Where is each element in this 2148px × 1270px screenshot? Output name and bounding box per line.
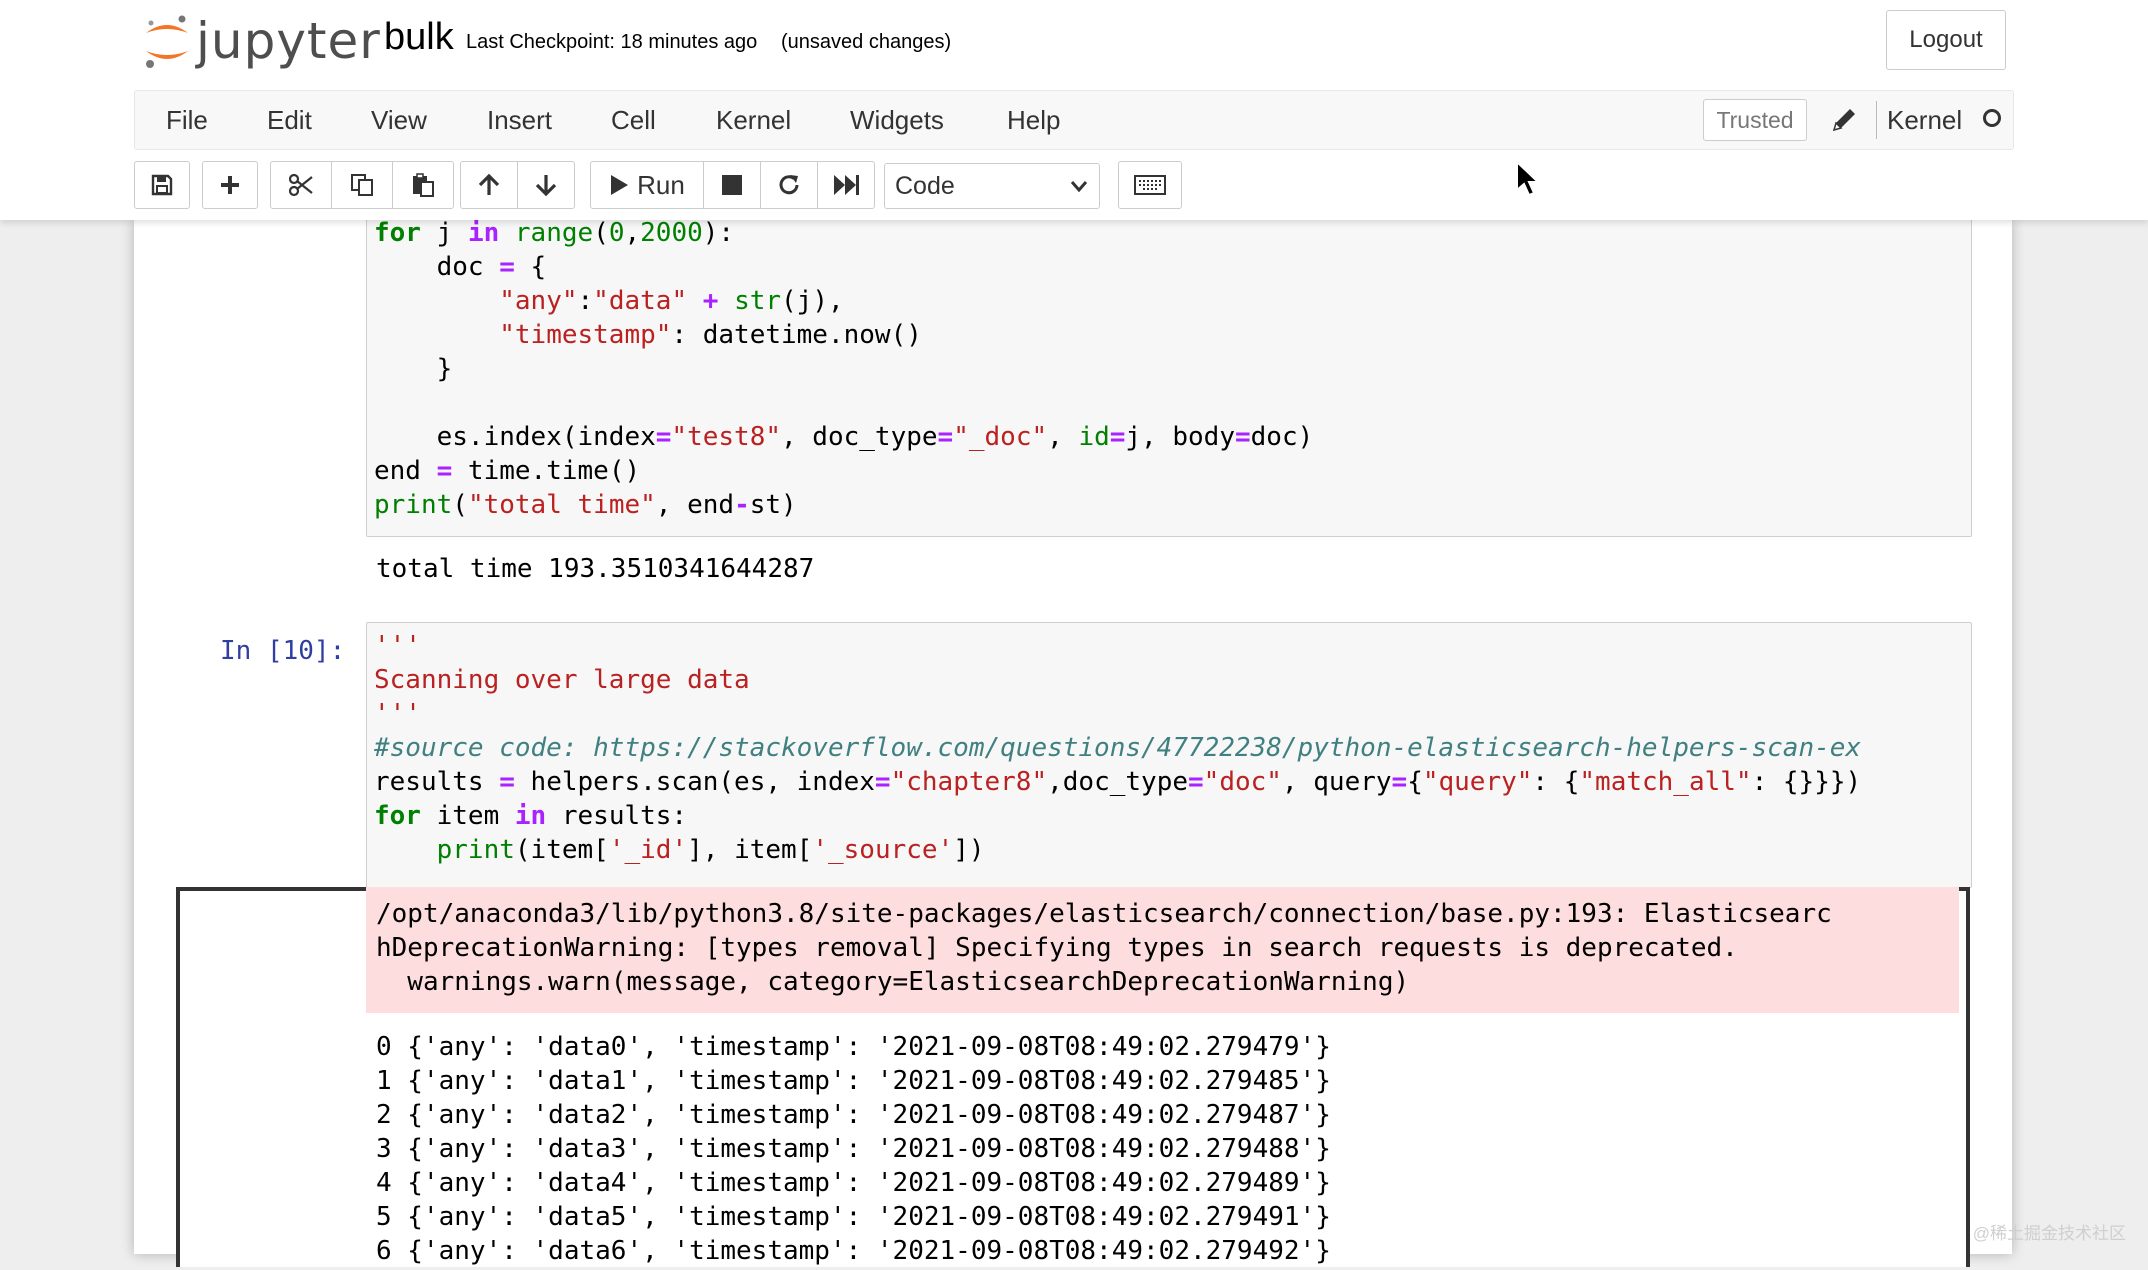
menu-kernel[interactable]: Kernel [716,91,791,149]
menu-edit[interactable]: Edit [267,91,312,149]
logout-button[interactable]: Logout [1886,10,2006,70]
trusted-indicator[interactable]: Trusted [1703,99,1807,141]
stdout-line: 1 {'any': 'data1', 'timestamp': '2021-09… [376,1066,1331,1096]
cut-button[interactable] [270,161,332,209]
stderr-output: /opt/anaconda3/lib/python3.8/site-packag… [366,887,1959,1013]
logo-text: jupyter [196,12,381,70]
cell-type-value: Code [895,171,955,200]
last-checkpoint: Last Checkpoint: 18 minutes ago [466,31,758,53]
code-line: ''' [374,631,421,661]
code-editor[interactable]: for j in range(0,2000): doc = { "any":"d… [374,216,1313,522]
stdout-line: 0 {'any': 'data0', 'timestamp': '2021-09… [376,1032,1331,1062]
notebook-container: for j in range(0,2000): doc = { "any":"d… [134,200,2012,1267]
code-line: ''' [374,699,421,729]
code-line: "timestamp": datetime.now() [499,320,922,350]
code-cell-input[interactable]: ''' Scanning over large data ''' #source co… [366,622,1972,888]
code-line: print("total time", end-st) [374,490,797,520]
save-button[interactable] [134,161,190,209]
code-cell-input[interactable]: for j in range(0,2000): doc = { "any":"d… [366,200,1972,537]
copy-icon [351,174,373,196]
menu-bar: File Edit View Insert Cell Kernel Widget… [134,90,2014,150]
scissors-icon [288,173,313,197]
stdout-line: 4 {'any': 'data4', 'timestamp': '2021-09… [376,1168,1331,1198]
arrow-down-icon [535,175,557,197]
menu-view[interactable]: View [371,91,427,149]
code-line: print(item['_id'], item['_source']) [436,835,985,865]
restart-run-all-button[interactable] [817,161,875,209]
jupyter-logo[interactable]: jupyter [142,8,381,74]
interrupt-button[interactable] [703,161,761,209]
keyboard-icon [1134,175,1166,195]
move-up-button[interactable] [460,161,518,209]
menu-divider [1876,101,1877,139]
command-palette-button[interactable] [1118,161,1182,209]
move-down-button[interactable] [517,161,575,209]
restart-kernel-button[interactable] [760,161,818,209]
insert-cell-button[interactable] [202,161,258,209]
stderr-line: warnings.warn(message, category=Elastics… [376,967,1410,997]
restart-icon [779,175,799,195]
cell-prompt: In [10]: [220,636,346,666]
menu-widgets[interactable]: Widgets [850,91,944,149]
code-line: results = helpers.scan(es, index="chapte… [374,767,1862,797]
code-line: "any":"data" + str(j), [499,286,844,316]
stdout-line: 5 {'any': 'data5', 'timestamp': '2021-09… [376,1202,1331,1232]
code-line: Scanning over large data [374,665,750,695]
stdout-line: 2 {'any': 'data2', 'timestamp': '2021-09… [376,1100,1331,1130]
play-icon [611,175,629,195]
fast-forward-icon [834,175,859,195]
menu-cell[interactable]: Cell [611,91,656,149]
notebook-name[interactable]: bulk [384,16,454,59]
jupyter-logo-icon [146,15,188,68]
mouse-cursor-icon [1516,160,1541,197]
watermark: @稀土掘金技术社区 [1972,1224,2126,1243]
kernel-name: Kernel [1887,105,1963,135]
stop-icon [722,175,742,195]
kernel-idle-indicator [1983,109,2001,127]
code-editor[interactable]: ''' Scanning over large data ''' #source co… [374,629,1861,867]
save-status: (unsaved changes) [781,31,952,53]
arrow-up-icon [478,173,500,195]
menu-help[interactable]: Help [1007,91,1060,149]
paste-icon [413,173,434,197]
menu-insert[interactable]: Insert [487,91,552,149]
code-line: end = time.time() [374,456,641,486]
code-line: doc = { [374,252,547,282]
chevron-down-icon [1070,181,1088,193]
cell-type-select[interactable]: Code [884,163,1100,209]
pencil-icon[interactable] [1829,103,1859,137]
code-line: for j in range(0,2000): [374,218,735,248]
plus-icon [221,176,239,194]
code-line: for item in results: [374,801,688,831]
code-line: } [374,354,453,384]
stdout-line: 6 {'any': 'data6', 'timestamp': '2021-09… [376,1236,1331,1266]
notebook-header: jupyter bulk Last Checkpoint: 18 minutes… [0,0,2148,220]
code-line: #source code: https://stackoverflow.com/… [374,733,1862,763]
paste-button[interactable] [392,161,454,209]
run-button[interactable]: Run [590,161,704,209]
menu-file[interactable]: File [166,91,208,149]
stderr-line: /opt/anaconda3/lib/python3.8/site-packag… [376,899,1832,929]
stdout-line: 3 {'any': 'data3', 'timestamp': '2021-09… [376,1134,1331,1164]
copy-button[interactable] [331,161,393,209]
save-icon [151,174,173,196]
stdout-output: 0 {'any': 'data0', 'timestamp': '2021-09… [376,1030,1966,1270]
run-label: Run [637,169,685,200]
stderr-line: hDeprecationWarning: [types removal] Spe… [376,933,1738,963]
code-line: es.index(index="test8", doc_type="_doc",… [374,422,1314,452]
cell-output-text: total time 193.3510341644287 [376,554,815,584]
